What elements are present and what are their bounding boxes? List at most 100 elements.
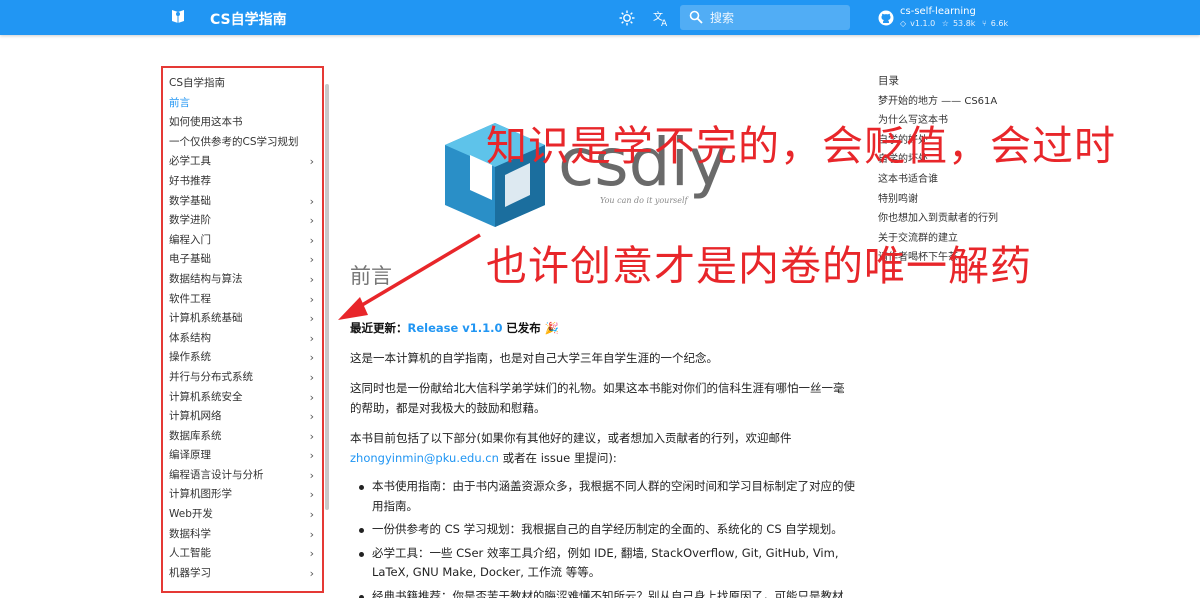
email-link[interactable]: zhongyinmin@pku.edu.cn [350, 451, 499, 465]
sidebar-item[interactable]: 操作系统 › [163, 348, 322, 368]
chevron-right-icon: › [309, 468, 314, 482]
chevron-right-icon: › [309, 194, 314, 208]
sidebar-item-label: 计算机网络 [169, 410, 222, 423]
sidebar-item[interactable]: 数据结构与算法 › [163, 270, 322, 290]
sidebar-scrollbar[interactable] [325, 84, 329, 510]
github-icon [878, 10, 894, 26]
sidebar-item[interactable]: 数据科学 › [163, 525, 322, 545]
repo-stars: 53.8k [952, 19, 976, 28]
repo-name: cs-self-learning [900, 6, 976, 17]
sidebar-item[interactable]: 一个仅供参考的CS学习规划 [163, 133, 322, 153]
sidebar-item-label: 电子基础 [169, 253, 211, 266]
repo-version: v1.1.0 [910, 19, 936, 28]
sidebar-item-label: 体系结构 [169, 331, 211, 344]
sidebar-item[interactable]: CS自学指南 [163, 74, 322, 94]
latest-suffix: 已发布 🎉 [506, 321, 560, 335]
toc-item[interactable]: 梦开始的地方 —— CS61A [878, 92, 1038, 112]
svg-text:A: A [661, 19, 668, 27]
sidebar-item-label: 数据库系统 [169, 429, 222, 442]
chevron-right-icon: › [309, 233, 314, 247]
sidebar-item[interactable]: Web开发 › [163, 505, 322, 525]
sidebar-item-label: 必学工具 [169, 155, 211, 168]
site-title[interactable]: CS自学指南 [210, 9, 287, 29]
sidebar-item-label: 前言 [169, 96, 190, 109]
sidebar-item-label: 如何使用这本书 [169, 116, 243, 129]
sidebar-item-label: CS自学指南 [169, 77, 225, 89]
top-header: CS自学指南 文A cs-self-learning ◇v1.1.0 ☆53.8… [0, 0, 1200, 35]
sidebar-item-label: 编程入门 [169, 233, 211, 246]
chevron-right-icon: › [309, 312, 314, 326]
translate-icon[interactable]: 文A [652, 9, 670, 27]
sidebar-item[interactable]: 计算机系统安全 › [163, 388, 322, 408]
sidebar-item-label: 数学基础 [169, 194, 211, 207]
list-item: 必学工具：一些 CSer 效率工具介绍，例如 IDE, 翻墙, StackOve… [358, 544, 855, 583]
watermark-tagline: You can do it yourself [600, 196, 690, 205]
sidebar-item-label: 人工智能 [169, 547, 211, 560]
sidebar-item[interactable]: 编程语言设计与分析 › [163, 466, 322, 486]
sidebar-item-label: 计算机系统基础 [169, 312, 243, 325]
sidebar-item[interactable]: 机器学习 › [163, 564, 322, 584]
sidebar-item-label: 编程语言设计与分析 [169, 468, 264, 481]
chevron-right-icon: › [309, 429, 314, 443]
sidebar-item-label: 软件工程 [169, 292, 211, 305]
book-logo-icon[interactable] [170, 9, 186, 25]
fork-icon: ⑂ [981, 19, 987, 28]
sidebar-item-label: 数据结构与算法 [169, 272, 243, 285]
chevron-right-icon: › [309, 214, 314, 228]
sidebar-item[interactable]: 计算机网络 › [163, 407, 322, 427]
sidebar-item[interactable]: 计算机图形学 › [163, 485, 322, 505]
sidebar-item[interactable]: 好书推荐 [163, 172, 322, 192]
sidebar-item-label: 数学进阶 [169, 214, 211, 227]
sidebar-item[interactable]: 如何使用这本书 [163, 113, 322, 133]
sidebar-item[interactable]: 软件工程 › [163, 290, 322, 310]
sidebar-item[interactable]: 计算机系统基础 › [163, 309, 322, 329]
sidebar-item[interactable]: 电子基础 › [163, 250, 322, 270]
search-input[interactable] [710, 9, 840, 26]
list-item: 本书使用指南：由于书内涵盖资源众多，我根据不同人群的空闲时间和学习目标制定了对应… [358, 477, 855, 516]
toc-item[interactable]: 特别鸣谢 [878, 190, 1038, 210]
toc-item[interactable]: 这本书适合谁 [878, 170, 1038, 190]
paragraph-contents: 本书目前包括了以下部分(如果你有其他好的建议，或者想加入贡献者的行列，欢迎邮件 … [350, 428, 855, 468]
chevron-right-icon: › [309, 449, 314, 463]
sidebar-item[interactable]: 数学基础 › [163, 192, 322, 212]
paragraph-intro: 这是一本计算机的自学指南，也是对自己大学三年自学生涯的一个纪念。 [350, 351, 718, 365]
search-icon [689, 10, 703, 24]
toc-item[interactable]: 你也想加入到贡献者的行列 [878, 209, 1038, 229]
search-box[interactable] [680, 5, 850, 30]
sidebar-item-label: 并行与分布式系统 [169, 370, 253, 383]
list-item: 一份供参考的 CS 学习规划：我根据自己的自学经历制定的全面的、系统化的 CS … [358, 520, 855, 540]
sidebar-nav: CS自学指南 前言如何使用这本书一个仅供参考的CS学习规划必学工具 › 好书推荐数学基… [161, 66, 324, 593]
chevron-right-icon: › [309, 508, 314, 522]
repo-link[interactable]: cs-self-learning ◇ v1.1.0 ☆ 53.8k ⑂ 6.6k [878, 5, 1018, 31]
overlay-line-2: 也许创意才是内卷的唯一解药 [486, 242, 1032, 290]
chevron-right-icon: › [309, 390, 314, 404]
overlay-line-1: 知识是学不完的，会贬值，会过时 [486, 122, 1116, 170]
sidebar-item[interactable]: 编程入门 › [163, 231, 322, 251]
chevron-right-icon: › [309, 566, 314, 580]
brightness-icon[interactable] [618, 9, 636, 27]
sidebar-item[interactable]: 前言 [163, 94, 322, 114]
sidebar-item[interactable]: 体系结构 › [163, 329, 322, 349]
repo-facts: ◇ v1.1.0 ☆ 53.8k ⑂ 6.6k [900, 19, 1012, 28]
sidebar-item-label: 操作系统 [169, 351, 211, 364]
chevron-right-icon: › [309, 155, 314, 169]
sidebar-item[interactable]: 编译原理 › [163, 446, 322, 466]
sidebar-item-label: 计算机图形学 [169, 488, 232, 501]
sidebar-list: CS自学指南 前言如何使用这本书一个仅供参考的CS学习规划必学工具 › 好书推荐数学基… [163, 68, 322, 583]
red-arrow-icon [338, 233, 481, 320]
sidebar-item[interactable]: 数学进阶 › [163, 211, 322, 231]
sidebar-item-label: 数据科学 [169, 527, 211, 540]
sidebar-item-label: Web开发 [169, 508, 213, 521]
contents-text-b: 或者在 issue 里提问): [502, 451, 617, 465]
sidebar-item-label: 好书推荐 [169, 174, 211, 187]
sidebar-item[interactable]: 必学工具 › [163, 152, 322, 172]
chevron-right-icon: › [309, 370, 314, 384]
sidebar-item[interactable]: 人工智能 › [163, 544, 322, 564]
chevron-right-icon: › [309, 351, 314, 365]
chevron-right-icon: › [309, 272, 314, 286]
paragraph-gift: 这同时也是一份献给北大信科学弟学妹们的礼物。如果这本书能对你们的信科生涯有哪怕一… [350, 381, 845, 415]
chevron-right-icon: › [309, 292, 314, 306]
sidebar-item[interactable]: 并行与分布式系统 › [163, 368, 322, 388]
sidebar-item[interactable]: 数据库系统 › [163, 427, 322, 447]
chevron-right-icon: › [309, 547, 314, 561]
